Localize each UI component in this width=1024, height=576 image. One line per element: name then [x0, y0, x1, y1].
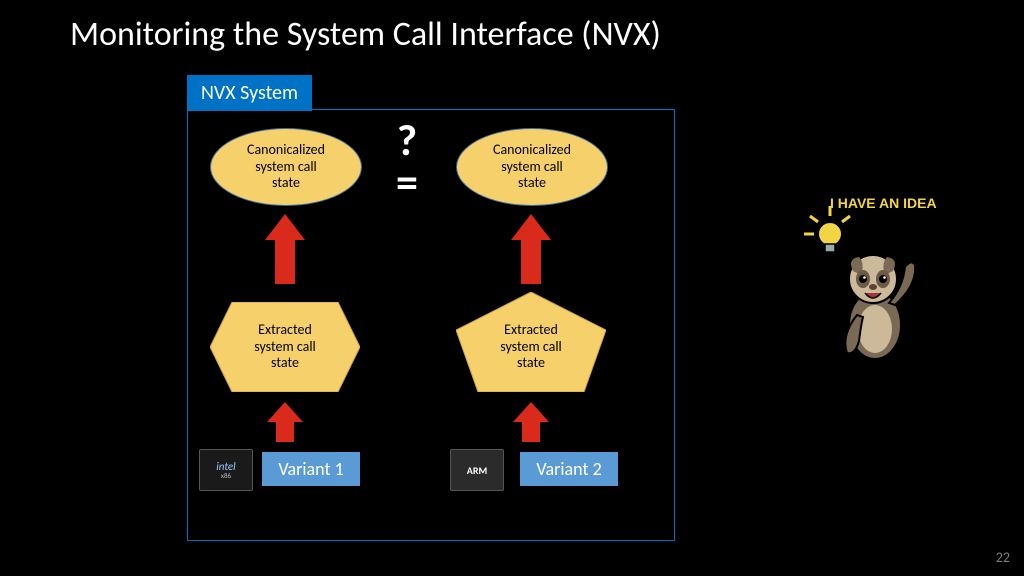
left-arrow-up-small [267, 402, 303, 442]
nvx-system-label: NVX System [187, 75, 312, 111]
left-extracted-hexagon: Extracted system call state [210, 302, 360, 392]
sloth-idea-cartoon: I HAVE AN IDEA [790, 190, 960, 370]
right-extracted-pentagon: Extracted system call state [456, 292, 606, 392]
idea-text: I HAVE AN IDEA [830, 195, 937, 211]
arm-chip-icon: ARM [450, 449, 504, 491]
left-arrow-up-large [265, 214, 305, 284]
variant-1-badge: Variant 1 [262, 452, 360, 486]
left-extracted-label: Extracted system call state [210, 302, 360, 392]
left-canonicalized-ellipse: Canonicalized system call state [210, 128, 362, 206]
comparator-symbol: ? = [396, 120, 418, 204]
right-extracted-label: Extracted system call state [456, 292, 606, 392]
right-arrow-up-large [511, 214, 551, 284]
slide-number: 22 [996, 549, 1010, 566]
variant-2-badge: Variant 2 [520, 452, 618, 486]
slide-title: Monitoring the System Call Interface (NV… [70, 14, 661, 55]
intel-chip-icon: intel x86 [199, 449, 253, 491]
right-arrow-up-small [513, 402, 549, 442]
right-canonicalized-ellipse: Canonicalized system call state [456, 128, 608, 206]
